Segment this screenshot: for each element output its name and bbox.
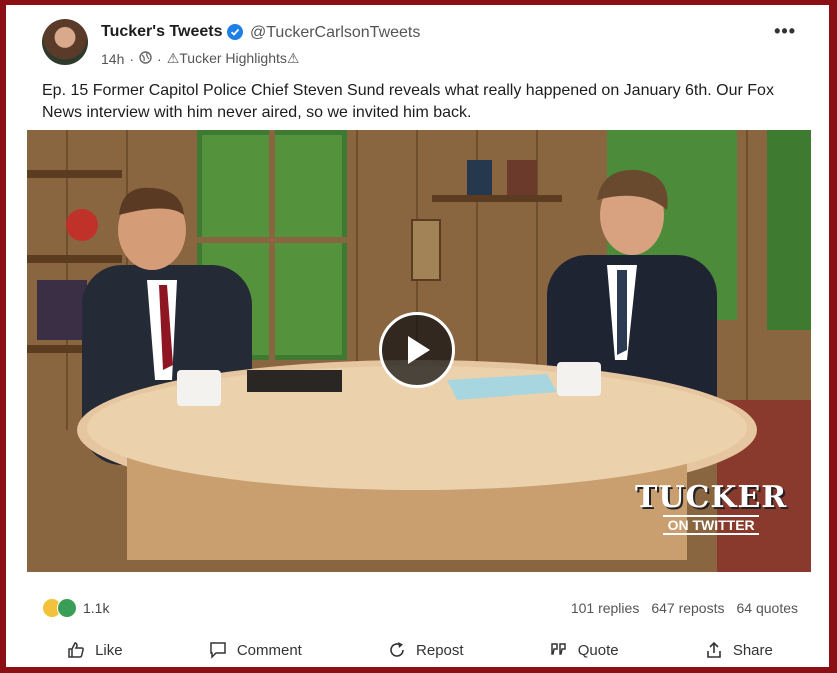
reaction-icons — [42, 598, 77, 618]
thumbs-up-icon — [68, 642, 84, 658]
quote-button[interactable]: Quote — [550, 635, 619, 665]
like-button[interactable]: Like — [67, 635, 123, 665]
action-bar: Like Comment Repost Quote Share — [24, 635, 816, 665]
author-name[interactable]: Tucker's Tweets — [101, 23, 222, 41]
avatar[interactable] — [42, 19, 88, 65]
post-time[interactable]: 14h — [101, 51, 124, 67]
post-text: Ep. 15 Former Capitol Police Chief Steve… — [42, 82, 774, 121]
video-watermark: TUCKER ON TWITTER — [635, 483, 787, 535]
more-options-button[interactable]: ••• — [774, 21, 796, 42]
quotes-count[interactable]: 64 quotes — [737, 600, 799, 616]
share-button[interactable]: Share — [705, 635, 773, 665]
replies-count[interactable]: 101 replies — [571, 600, 640, 616]
repost-label: Repost — [416, 641, 464, 659]
share-icon — [707, 641, 721, 658]
repost-icon — [390, 642, 404, 657]
watermark-main: TUCKER — [635, 480, 788, 515]
author-handle[interactable]: @TuckerCarlsonTweets — [250, 24, 420, 42]
reaction-count: 1.1k — [83, 600, 110, 616]
post-stats: 1.1k 101 replies 647 reposts 64 quotes — [24, 594, 816, 624]
video-player[interactable]: TUCKER ON TWITTER — [27, 130, 811, 572]
group-link[interactable]: ⚠Tucker Highlights⚠ — [167, 50, 300, 67]
quote-icon — [551, 643, 566, 655]
post-meta: 14h · · ⚠Tucker Highlights⚠ — [101, 50, 299, 67]
reactions-summary[interactable]: 1.1k — [42, 598, 109, 618]
money-reaction-icon — [57, 598, 77, 618]
reposts-count[interactable]: 647 reposts — [651, 600, 724, 616]
post-header: Tucker's Tweets @TuckerCarlsonTweets 14h… — [24, 9, 816, 69]
post-card: Tucker's Tweets @TuckerCarlsonTweets 14h… — [24, 9, 816, 667]
play-button[interactable] — [379, 312, 455, 388]
like-label: Like — [95, 641, 123, 659]
comment-button[interactable]: Comment — [209, 635, 302, 665]
quote-label: Quote — [577, 641, 619, 659]
meta-separator: · — [157, 50, 162, 67]
play-icon — [408, 336, 430, 364]
repost-button[interactable]: Repost — [388, 635, 464, 665]
comment-label: Comment — [236, 641, 302, 659]
globe-icon — [139, 50, 152, 67]
meta-separator: · — [129, 50, 135, 67]
engagement-counts: 101 replies 647 reposts 64 quotes — [571, 600, 798, 616]
comment-icon — [210, 642, 226, 659]
share-label: Share — [732, 641, 773, 659]
verified-icon — [227, 24, 243, 40]
watermark-sub: ON TWITTER — [663, 515, 760, 535]
